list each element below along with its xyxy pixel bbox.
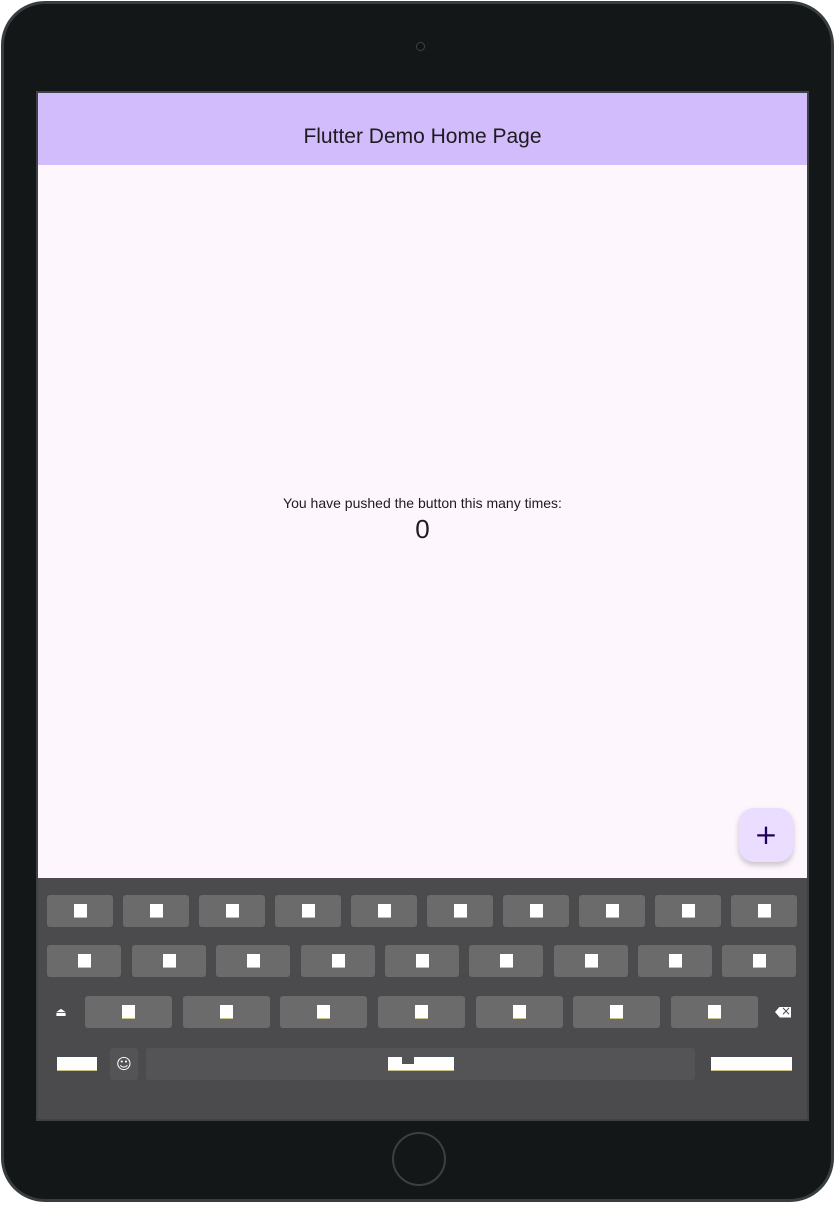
keyboard-key[interactable] <box>301 945 375 977</box>
keyboard-key[interactable] <box>671 996 758 1028</box>
keyboard-mode-key[interactable] <box>47 1048 107 1080</box>
keyboard-key[interactable] <box>655 895 721 927</box>
keyboard-key[interactable] <box>47 945 121 977</box>
backspace-icon <box>775 1006 791 1018</box>
counter-label: You have pushed the button this many tim… <box>283 495 562 511</box>
emoji-key[interactable]: ☺ <box>110 1048 138 1080</box>
home-button[interactable] <box>392 1132 446 1186</box>
keyboard-key[interactable] <box>731 895 797 927</box>
keyboard-key[interactable] <box>427 895 493 927</box>
keyboard-key[interactable] <box>216 945 290 977</box>
shift-key[interactable]: ⏏ <box>47 996 75 1028</box>
keyboard-key[interactable] <box>199 895 265 927</box>
keyboard-key[interactable] <box>378 996 465 1028</box>
keyboard-key[interactable] <box>579 895 645 927</box>
page-title: Flutter Demo Home Page <box>303 125 542 148</box>
tablet-device-frame: Flutter Demo Home Page You have pushed t… <box>1 1 834 1202</box>
counter-value: 0 <box>415 514 430 544</box>
keyboard-key[interactable] <box>85 996 172 1028</box>
keyboard-key[interactable] <box>638 945 712 977</box>
keyboard-key[interactable] <box>183 996 270 1028</box>
space-key[interactable] <box>146 1048 695 1080</box>
keyboard-key[interactable] <box>351 895 417 927</box>
counter-block: You have pushed the button this many tim… <box>38 495 807 545</box>
keyboard-key[interactable] <box>469 945 543 977</box>
keyboard-key[interactable] <box>554 945 628 977</box>
emoji-icon: ☺ <box>116 1055 132 1073</box>
increment-fab-button[interactable]: + <box>739 808 793 862</box>
shift-icon: ⏏ <box>55 1005 67 1019</box>
on-screen-keyboard: ⏏ ☺ <box>38 878 807 1119</box>
camera-icon <box>416 42 425 51</box>
enter-key[interactable] <box>705 1048 797 1080</box>
backspace-key[interactable] <box>768 996 798 1028</box>
keyboard-key[interactable] <box>123 895 189 927</box>
keyboard-key[interactable] <box>132 945 206 977</box>
keyboard-key[interactable] <box>280 996 367 1028</box>
keyboard-key[interactable] <box>722 945 796 977</box>
keyboard-key[interactable] <box>275 895 341 927</box>
keyboard-key[interactable] <box>503 895 569 927</box>
keyboard-key[interactable] <box>47 895 113 927</box>
keyboard-key[interactable] <box>573 996 660 1028</box>
keyboard-key[interactable] <box>385 945 459 977</box>
add-icon: + <box>754 818 778 851</box>
app-bar: Flutter Demo Home Page <box>38 93 807 165</box>
keyboard-key[interactable] <box>476 996 563 1028</box>
app-screen: Flutter Demo Home Page You have pushed t… <box>36 91 809 1121</box>
